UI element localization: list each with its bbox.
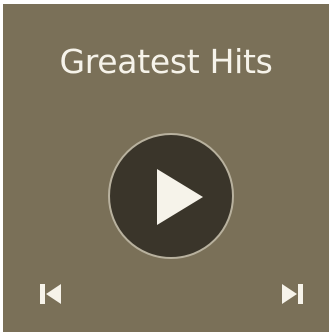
skip-next-button[interactable] xyxy=(275,277,309,311)
skip-next-icon xyxy=(282,284,303,304)
skip-previous-button[interactable] xyxy=(34,277,68,311)
skip-previous-icon xyxy=(40,284,61,304)
album-title: Greatest Hits xyxy=(59,42,273,81)
play-icon xyxy=(157,169,203,225)
play-button[interactable] xyxy=(108,133,234,259)
music-player-widget: Greatest Hits xyxy=(3,4,329,332)
